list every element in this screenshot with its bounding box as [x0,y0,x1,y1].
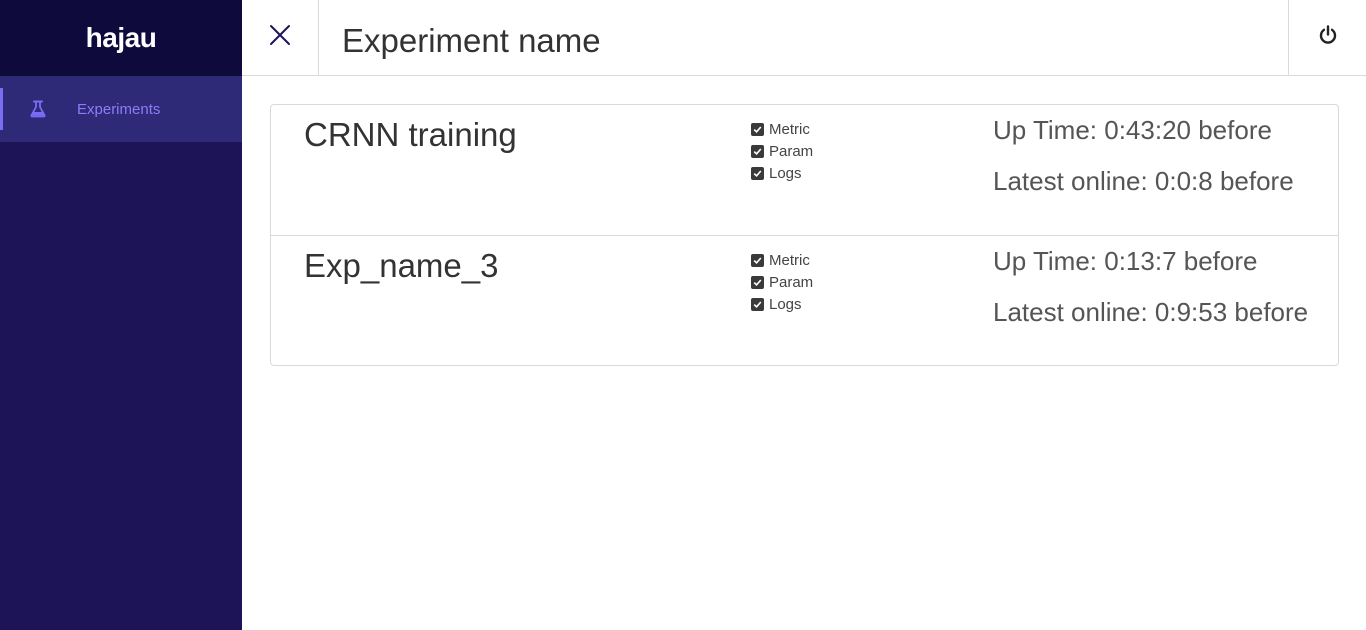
param-check: Param [751,271,813,293]
close-icon [268,23,292,52]
check-label: Metric [769,120,810,138]
experiment-checks: Metric Param Logs [751,118,813,184]
check-label: Param [769,273,814,291]
app-brand: hajau [0,0,242,76]
up-time: Up Time: 0:43:20 before [993,115,1272,145]
logout-button[interactable] [1288,0,1366,75]
top-header: Experiment name [242,0,1366,76]
experiment-row[interactable]: Exp_name_3 Metric Param Logs Up Time: 0:… [271,235,1338,365]
sidebar-item-experiments[interactable]: Experiments [0,76,242,142]
checkbox-checked-icon [751,253,764,267]
param-check: Param [751,140,813,162]
experiment-checks: Metric Param Logs [751,249,813,315]
experiment-row[interactable]: CRNN training Metric Param Logs Up Time:… [271,105,1338,235]
checkbox-checked-icon [751,122,764,136]
flask-icon [29,100,47,118]
metric-check: Metric [751,118,813,140]
sidebar: hajau Experiments [0,0,242,630]
sidebar-item-label: Experiments [77,101,161,118]
page-title: Experiment name [342,22,601,59]
check-label: Logs [769,164,802,182]
checkbox-checked-icon [751,166,764,180]
experiment-name: Exp_name_3 [304,247,499,284]
logs-check: Logs [751,162,813,184]
power-icon [1318,25,1338,50]
check-label: Logs [769,295,802,313]
checkbox-checked-icon [751,144,764,158]
up-time: Up Time: 0:13:7 before [993,246,1258,276]
experiment-name: CRNN training [304,116,517,153]
check-label: Metric [769,251,810,269]
close-button[interactable] [242,0,319,75]
active-indicator [0,88,3,130]
checkbox-checked-icon [751,297,764,311]
checkbox-checked-icon [751,275,764,289]
logs-check: Logs [751,293,813,315]
latest-online: Latest online: 0:9:53 before [993,297,1309,327]
check-label: Param [769,142,814,160]
latest-online: Latest online: 0:0:8 before [993,166,1294,196]
experiment-times: Up Time: 0:43:20 before Latest online: 0… [993,116,1323,196]
metric-check: Metric [751,249,813,271]
experiment-times: Up Time: 0:13:7 before Latest online: 0:… [993,247,1323,327]
experiment-list: CRNN training Metric Param Logs Up Time:… [270,104,1339,366]
